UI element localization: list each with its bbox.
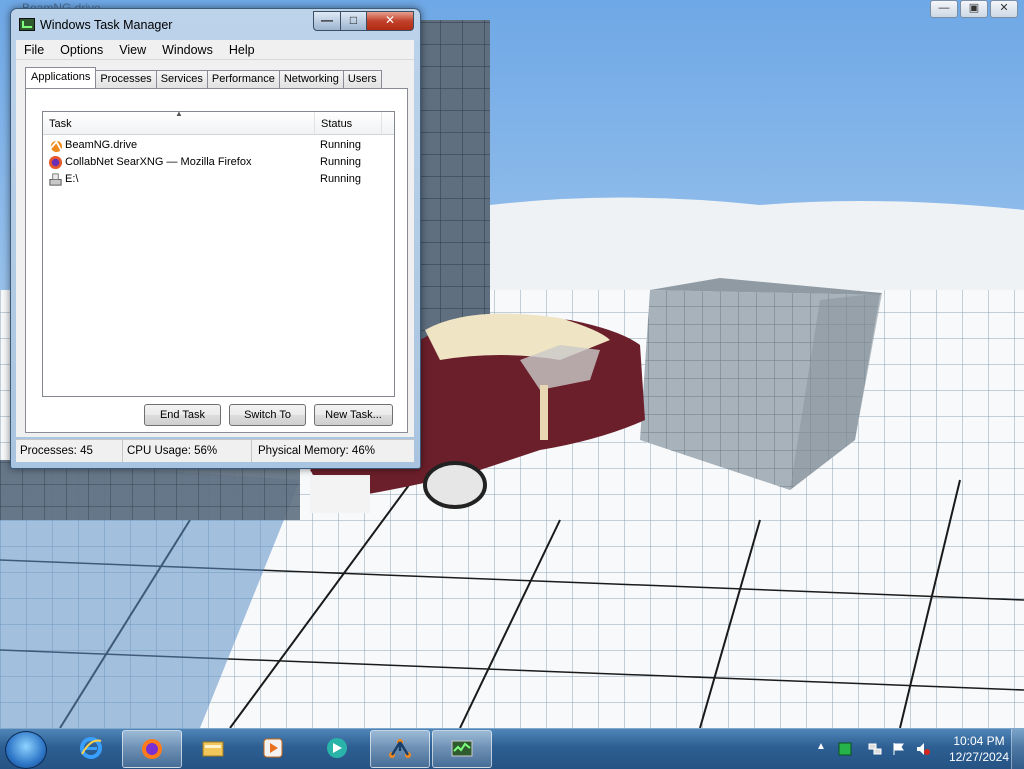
show-hidden-icons-icon[interactable]: ▲ bbox=[816, 741, 830, 755]
taskbar-media-player[interactable] bbox=[244, 730, 302, 766]
maximize-button[interactable]: □ bbox=[340, 11, 367, 31]
task-name: BeamNG.drive bbox=[65, 139, 138, 151]
menu-bar: File Options View Windows Help bbox=[16, 40, 414, 60]
background-window-controls: — ▣ ✕ bbox=[924, 0, 1024, 18]
clock-time[interactable]: 10:04 PM bbox=[944, 734, 1014, 748]
task-manager-icon bbox=[19, 18, 35, 31]
tab-services[interactable]: Services bbox=[155, 70, 208, 88]
beamng-icon bbox=[389, 739, 411, 758]
end-task-button[interactable]: End Task bbox=[144, 404, 221, 426]
physical-memory: Physical Memory: 46% bbox=[258, 445, 375, 457]
taskbar-app[interactable] bbox=[308, 730, 366, 766]
tab-performance[interactable]: Performance bbox=[206, 70, 280, 88]
media-player-icon bbox=[263, 738, 283, 758]
task-status: Running bbox=[320, 156, 361, 168]
tab-networking[interactable]: Networking bbox=[278, 70, 344, 88]
taskbar-firefox[interactable] bbox=[122, 730, 182, 768]
taskbar-beamng[interactable] bbox=[370, 730, 430, 768]
task-status: Running bbox=[320, 173, 361, 185]
taskbar-task-manager[interactable] bbox=[432, 730, 492, 768]
internet-explorer-icon bbox=[80, 737, 102, 759]
network-icon[interactable] bbox=[868, 742, 882, 756]
system-tray: ▲ 10:04 PM 12/27/2024 bbox=[812, 729, 1024, 769]
menu-windows[interactable]: Windows bbox=[154, 43, 221, 57]
column-header-task[interactable]: Task bbox=[43, 112, 315, 134]
list-header: ▲ Task Status bbox=[43, 109, 394, 135]
menu-file[interactable]: File bbox=[16, 43, 52, 57]
show-desktop-button[interactable] bbox=[1011, 729, 1024, 769]
menu-help[interactable]: Help bbox=[221, 43, 263, 57]
tab-applications[interactable]: Applications bbox=[25, 67, 97, 88]
switch-to-button[interactable]: Switch To bbox=[229, 404, 306, 426]
table-row[interactable]: BeamNG.drive Running bbox=[43, 137, 394, 154]
action-buttons: End Task Switch To New Task... bbox=[144, 404, 393, 426]
tab-processes[interactable]: Processes bbox=[95, 70, 157, 88]
volume-muted-icon[interactable] bbox=[916, 742, 930, 756]
new-task-button[interactable]: New Task... bbox=[314, 404, 393, 426]
app-icon bbox=[327, 738, 347, 758]
task-name: E:\ bbox=[65, 173, 79, 185]
taskbar: ▲ 10:04 PM 12/27/2024 bbox=[0, 728, 1024, 769]
file-explorer-icon bbox=[202, 741, 224, 757]
background-maximize-button[interactable]: ▣ bbox=[960, 0, 988, 18]
processes-count: Processes: 45 bbox=[16, 440, 123, 462]
column-header-status[interactable]: Status bbox=[315, 112, 382, 134]
start-button[interactable] bbox=[5, 731, 47, 769]
cpu-usage: CPU Usage: 56% bbox=[123, 440, 252, 462]
menu-view[interactable]: View bbox=[111, 43, 154, 57]
task-status: Running bbox=[320, 139, 361, 151]
background-close-button[interactable]: ✕ bbox=[990, 0, 1018, 18]
beamng-icon bbox=[49, 140, 63, 153]
background-minimize-button[interactable]: — bbox=[930, 0, 958, 18]
minimize-button[interactable]: — bbox=[313, 11, 341, 31]
task-manager-icon bbox=[451, 740, 473, 757]
action-center-flag-icon[interactable] bbox=[892, 742, 906, 756]
taskbar-file-explorer[interactable] bbox=[184, 730, 242, 766]
table-row[interactable]: E:\ Running bbox=[43, 171, 394, 188]
taskbar-internet-explorer[interactable] bbox=[62, 730, 120, 766]
firefox-icon bbox=[48, 155, 63, 170]
firefox-icon bbox=[142, 739, 162, 759]
menu-options[interactable]: Options bbox=[52, 43, 111, 57]
applications-panel: ▲ Task Status BeamNG.drive Running Colla… bbox=[25, 88, 408, 433]
task-name: CollabNet SearXNG — Mozilla Firefox bbox=[65, 156, 252, 168]
window-title: Windows Task Manager bbox=[40, 18, 173, 32]
green-status-icon[interactable] bbox=[838, 742, 852, 756]
drive-icon bbox=[49, 173, 62, 186]
tab-strip: Applications Processes Services Performa… bbox=[25, 67, 382, 88]
clock-date[interactable]: 12/27/2024 bbox=[944, 750, 1014, 764]
task-manager-body: Applications Processes Services Performa… bbox=[16, 60, 414, 437]
status-bar: Processes: 45 CPU Usage: 56% Physical Me… bbox=[16, 439, 414, 462]
tab-users[interactable]: Users bbox=[342, 70, 382, 88]
table-row[interactable]: CollabNet SearXNG — Mozilla Firefox Runn… bbox=[43, 154, 394, 171]
task-list[interactable]: ▲ Task Status BeamNG.drive Running Colla… bbox=[42, 109, 395, 397]
task-manager-window: Windows Task Manager — □ ✕ File Options … bbox=[10, 8, 421, 469]
task-manager-titlebar[interactable]: Windows Task Manager — □ ✕ bbox=[11, 9, 420, 37]
close-button[interactable]: ✕ bbox=[366, 11, 414, 31]
